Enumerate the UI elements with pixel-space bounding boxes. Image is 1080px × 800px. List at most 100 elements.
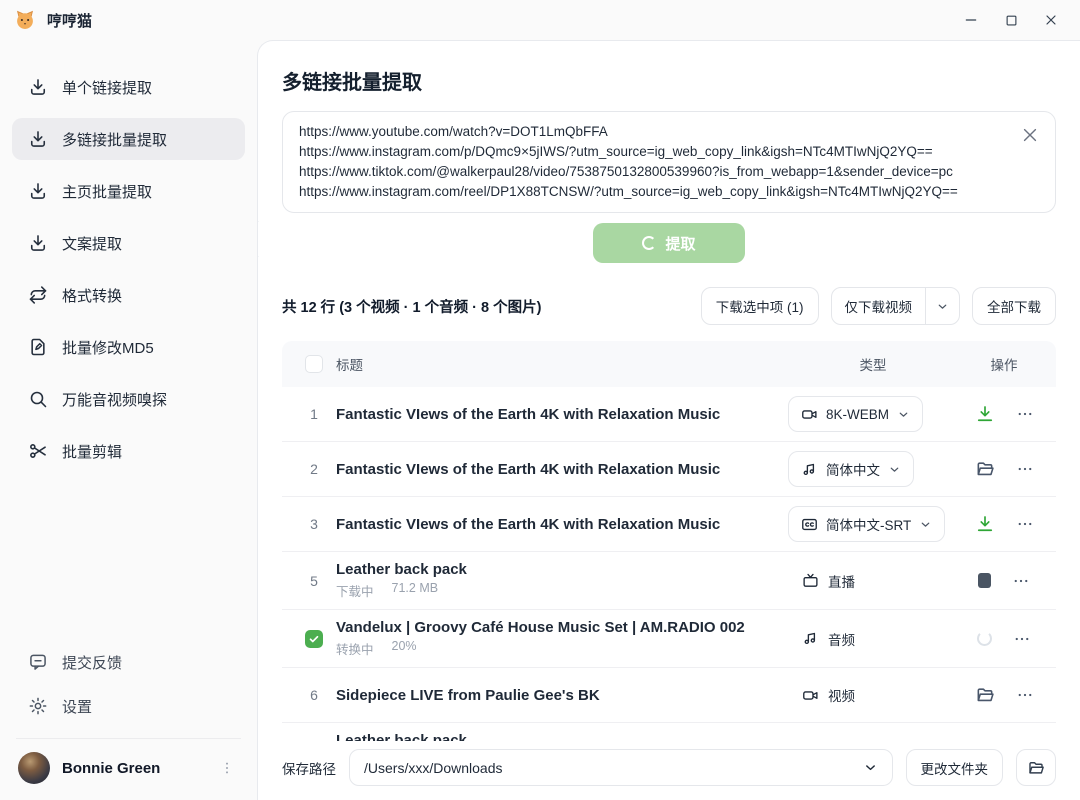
url-line: https://www.youtube.com/watch?v=DOT1LmQb… [299,122,1007,142]
search-icon [28,389,48,409]
download-file-button[interactable] [975,514,995,534]
download-icon [975,514,995,534]
clear-input-button[interactable] [1017,122,1043,148]
sidebar-item-label: 格式转换 [62,285,122,306]
download-icon [28,129,48,149]
open-folder-button[interactable] [975,685,995,705]
chevron-down-icon [919,518,932,531]
row-index: 3 [292,516,336,532]
video-camera-icon [802,687,819,704]
sidebar-item-media-sniffer[interactable]: 万能音视频嗅探 [12,378,245,420]
sidebar-item-label: 万能音视频嗅探 [62,389,167,410]
download-selected-button[interactable]: 下载选中项 (1) [701,287,819,325]
row-index: 5 [292,573,336,589]
change-folder-button[interactable]: 更改文件夹 [906,749,1004,786]
url-line: https://www.instagram.com/p/DQmc9×5jIWS/… [299,142,1007,162]
select-all-checkbox[interactable] [305,355,323,373]
row-progress: 71.2 MB [392,581,439,600]
open-folder-button[interactable] [975,459,995,479]
sidebar-item-format-convert[interactable]: 格式转换 [12,274,245,316]
sidebar: 单个链接提取 多链接批量提取 主页批量提取 文案提取 格式转换 [0,40,257,800]
subtitle-icon [801,516,818,533]
video-camera-icon [801,406,818,423]
close-icon[interactable] [1040,9,1062,31]
column-header-type: 类型 [788,354,958,374]
save-path-bar: 保存路径 /Users/xxx/Downloads 更改文件夹 [258,741,1080,800]
open-save-folder-button[interactable] [1016,749,1056,786]
sidebar-footer: 提交反馈 设置 Bonnie Green [12,642,245,800]
user-menu-kebab-icon[interactable] [219,760,235,776]
cat-logo-icon [14,9,36,31]
row-title: Fantastic VIews of the Earth 4K with Rel… [336,461,772,478]
page-title: 多链接批量提取 [282,66,1056,95]
extract-button[interactable]: 提取 [593,223,745,263]
row-menu-kebab-icon[interactable] [1016,405,1034,423]
row-title: Vandelux | Groovy Café House Music Set |… [336,619,772,636]
sidebar-item-batch-clip[interactable]: 批量剪辑 [12,430,245,472]
sidebar-item-multi-link-extract[interactable]: 多链接批量提取 [12,118,245,160]
sidebar-collapse-handle[interactable] [257,221,259,257]
download-icon [28,77,48,97]
row-title: Leather back pack [336,561,772,578]
row-checkbox[interactable] [305,630,323,648]
row-title: Sidepiece LIVE from Paulie Gee's BK [336,687,772,704]
sidebar-item-label: 单个链接提取 [62,77,152,98]
feedback-icon [28,652,48,672]
scissors-icon [28,441,48,461]
folder-open-icon [975,459,995,479]
type-select[interactable]: 简体中文-SRT [788,506,945,542]
convert-icon [28,285,48,305]
table-row: 5 Leather back pack 下载中 71.2 MB 直播 [282,552,1056,610]
sidebar-item-homepage-batch-extract[interactable]: 主页批量提取 [12,170,245,212]
toolbar: 下载选中项 (1) 仅下载视频 全部下载 [701,287,1056,325]
row-index: 1 [292,406,336,422]
titlebar: 哼哼猫 [0,0,1080,40]
row-menu-kebab-icon[interactable] [1016,686,1034,704]
row-menu-kebab-icon[interactable] [1012,572,1030,590]
download-videos-only-split-button: 仅下载视频 [831,287,961,325]
save-path-value: /Users/xxx/Downloads [364,760,503,776]
download-videos-only-button[interactable]: 仅下载视频 [832,288,926,324]
sidebar-item-feedback[interactable]: 提交反馈 [12,642,245,682]
row-index: 2 [292,461,336,477]
edit-document-icon [28,337,48,357]
row-status: 下载中 [336,581,374,600]
table-header: 标题 类型 操作 [282,341,1056,387]
download-all-button[interactable]: 全部下载 [972,287,1056,325]
download-icon [28,233,48,253]
type-select[interactable]: 8K-WEBM [788,396,923,432]
save-path-select[interactable]: /Users/xxx/Downloads [349,749,893,786]
avatar [18,752,50,784]
chevron-down-icon [897,408,910,421]
chevron-down-icon [888,463,901,476]
tv-icon [802,572,819,589]
type-label: 视频 [788,685,958,705]
sidebar-item-batch-md5[interactable]: 批量修改MD5 [12,326,245,368]
sidebar-item-settings[interactable]: 设置 [12,686,245,726]
maximize-icon[interactable] [1000,9,1022,31]
minimize-icon[interactable] [960,9,982,31]
row-status: 转换中 [336,639,374,658]
row-progress: 20% [392,639,417,658]
music-note-icon [801,461,818,478]
sidebar-item-copy-extract[interactable]: 文案提取 [12,222,245,264]
download-file-button[interactable] [975,404,995,424]
url-line: https://www.instagram.com/reel/DP1X88TCN… [299,182,1007,202]
table-row: 6 Sidepiece LIVE from Paulie Gee's BK 视频 [282,668,1056,723]
results-table: 标题 类型 操作 1 Fantastic VIews of the Earth … [282,341,1056,781]
type-select[interactable]: 简体中文 [788,451,914,487]
download-videos-dropdown-button[interactable] [926,288,959,324]
url-line: https://www.tiktok.com/@walkerpaul28/vid… [299,162,1007,182]
row-menu-kebab-icon[interactable] [1013,630,1031,648]
gear-icon [28,696,48,716]
stop-download-button[interactable] [978,573,991,588]
row-menu-kebab-icon[interactable] [1016,515,1034,533]
user-section[interactable]: Bonnie Green [16,738,241,800]
app-title: 哼哼猫 [47,10,92,31]
chevron-down-icon [863,760,878,775]
row-menu-kebab-icon[interactable] [1016,460,1034,478]
url-input[interactable]: https://www.youtube.com/watch?v=DOT1LmQb… [282,111,1056,213]
table-row: 3 Fantastic VIews of the Earth 4K with R… [282,497,1056,552]
sidebar-item-single-link-extract[interactable]: 单个链接提取 [12,66,245,108]
sidebar-item-label: 提交反馈 [62,652,122,673]
